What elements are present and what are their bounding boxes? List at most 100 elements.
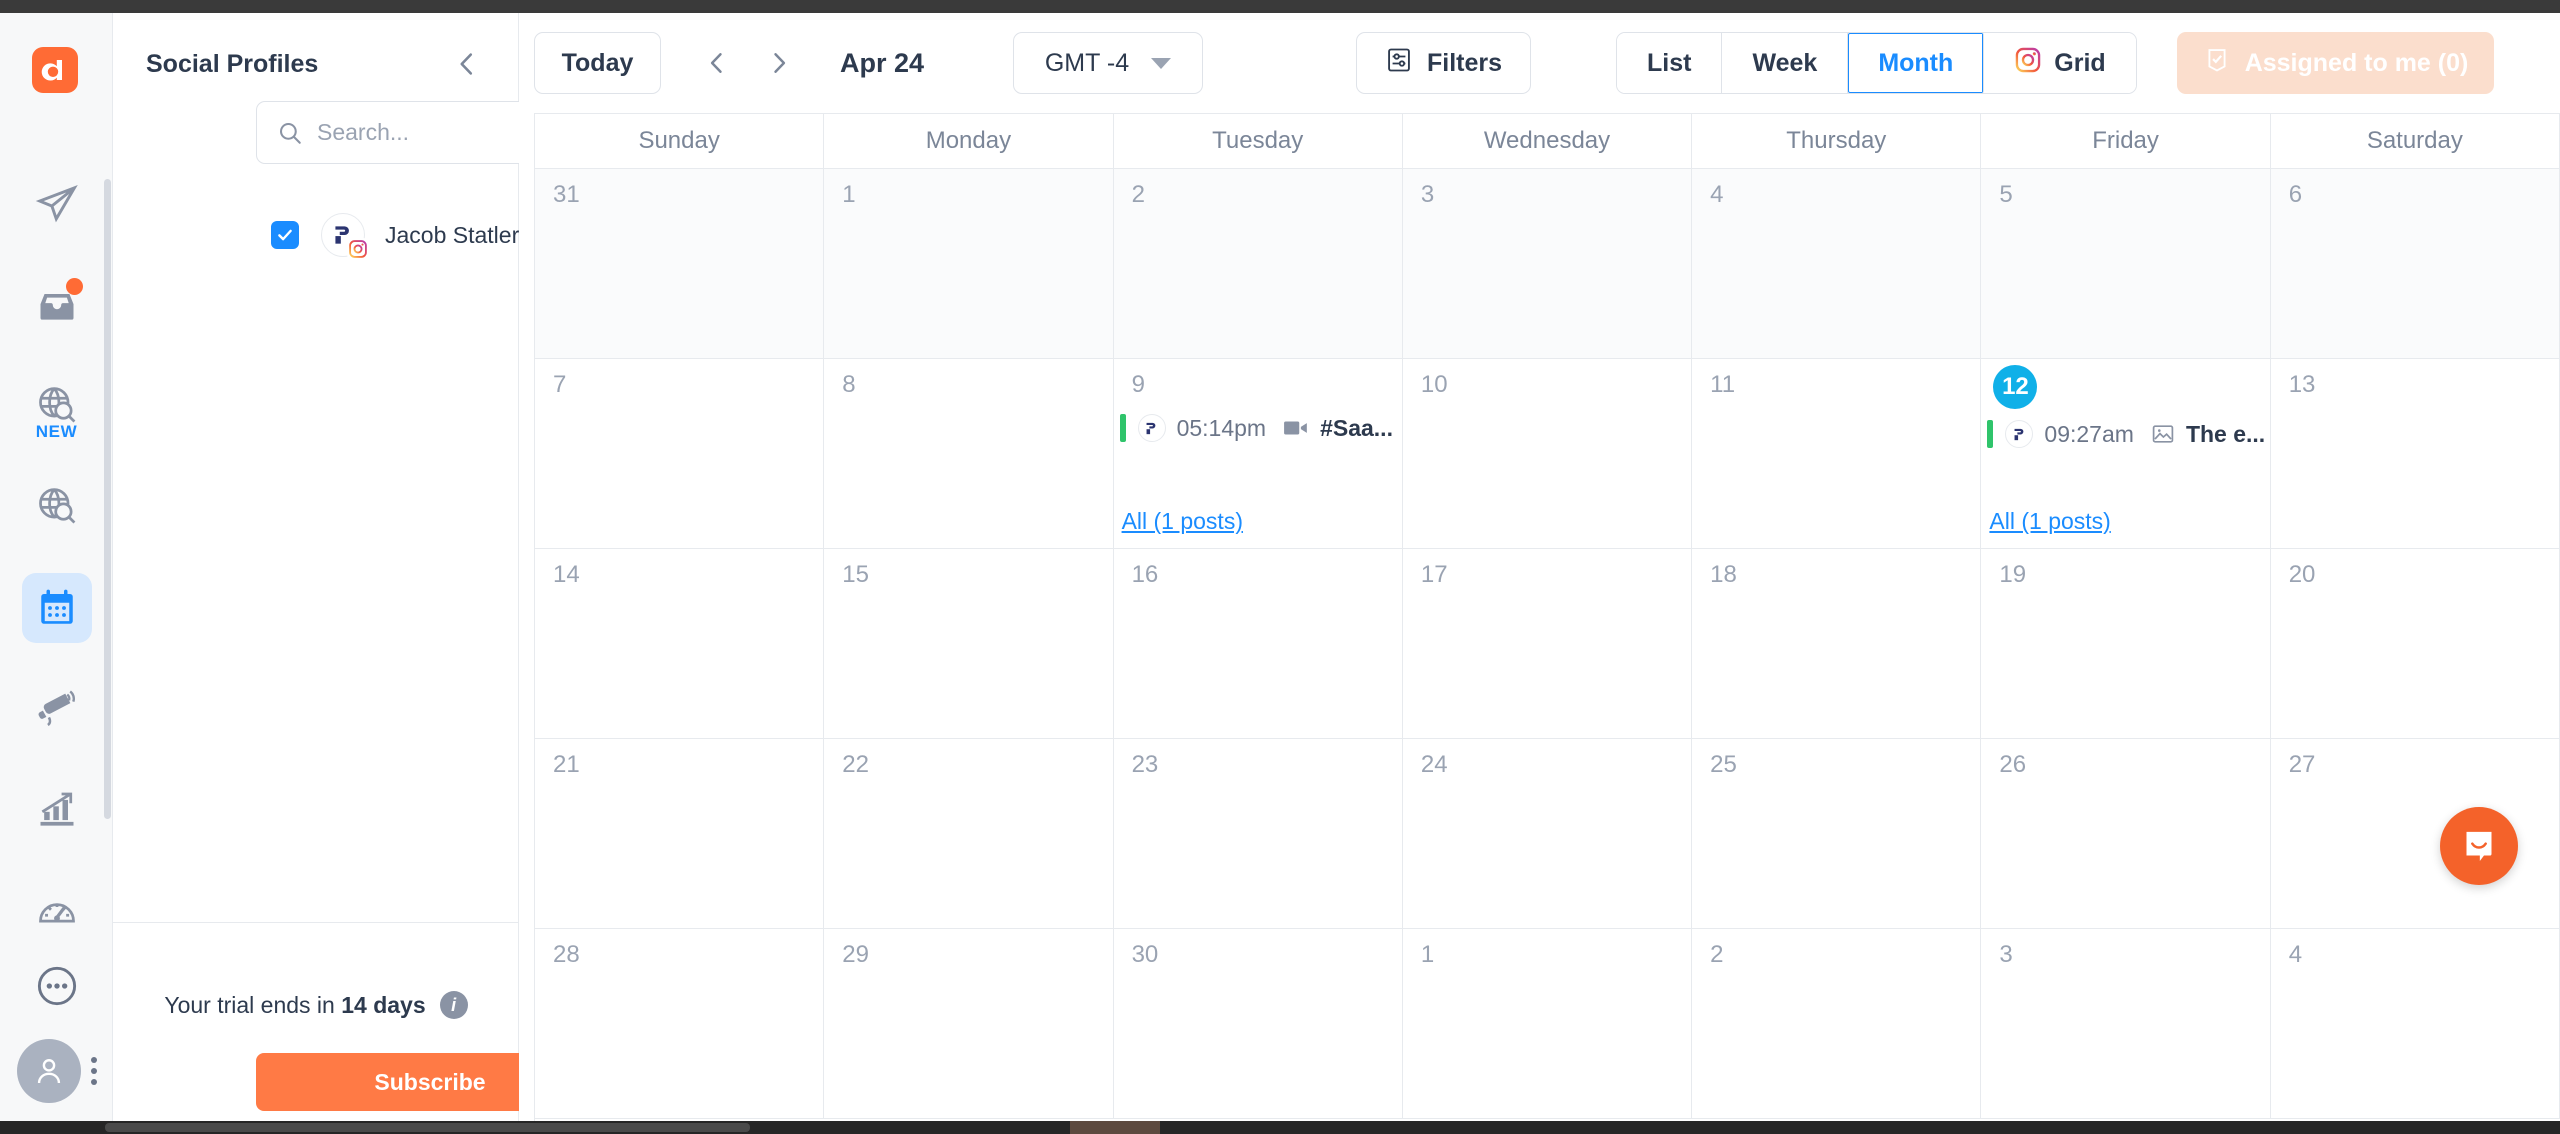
kebab-menu-icon[interactable] [90,1057,97,1085]
weekday-wednesday: Wednesday [1403,114,1693,168]
calendar-day-cell[interactable]: 1 [824,169,1114,358]
calendar-day-cell[interactable]: 11 [1692,359,1982,548]
list-item[interactable]: Jacob Statler [271,213,519,260]
calendar-day-cell[interactable]: 17 [1402,549,1693,738]
rail-item-inbox[interactable] [0,254,113,355]
collapse-sidebar-button[interactable] [448,45,486,83]
calendar-day-cell[interactable]: 26 [1981,739,2271,928]
calendar-day-cell[interactable]: 31 [535,169,825,358]
calendar-day-cell[interactable]: 18 [1692,549,1982,738]
calendar-day-cell[interactable]: 2 [1113,169,1403,358]
calendar-day-cell[interactable]: 8 [824,359,1114,548]
megaphone-icon [38,689,75,726]
next-period-button[interactable] [748,32,810,94]
profile-avatar [321,213,369,260]
all-posts-link[interactable]: All (1 posts) [1122,508,1243,535]
window-titlebar [0,0,2560,13]
day-number: 1 [842,181,856,208]
statler-logo-icon [1146,422,1156,434]
today-date-badge: 12 [1993,365,2038,409]
calendar-day-cell[interactable]: 16 [1113,549,1403,738]
event-title: #Saa... [1320,414,1393,441]
rail-new-tag: NEW [35,422,78,441]
calendar-day-cell[interactable]: 19 [1981,549,2271,738]
assigned-to-me-button[interactable]: Assigned to me (0) [2176,32,2495,94]
all-posts-link[interactable]: All (1 posts) [1989,508,2110,535]
user-avatar-icon [37,1059,60,1084]
app-logo[interactable] [26,41,84,99]
trial-text: Your trial ends in 14 days [164,992,425,1019]
calendar-week-row: 31 1 2 3 4 5 6 [535,169,2560,359]
avatar[interactable] [16,1039,81,1103]
tab-week[interactable]: Week [1722,33,1849,93]
info-icon[interactable]: i [439,991,468,1019]
timezone-selector[interactable]: GMT -4 [1013,32,1203,94]
calendar-day-cell[interactable]: 4 [2270,929,2560,1118]
profile-checkbox[interactable] [271,221,299,249]
rail-item-monitoring[interactable] [0,456,113,557]
rail-item-more[interactable] [0,963,113,1009]
scrollbar-thumb[interactable] [105,1123,750,1132]
calendar-day-cell[interactable]: 15 [824,549,1114,738]
filters-label: Filters [1426,48,1503,77]
calendar-day-cell[interactable]: 2 [1692,929,1982,1118]
calendar-day-cell[interactable]: 27 [2270,739,2560,928]
calendar-day-cell[interactable]: 28 [535,929,825,1118]
calendar-day-cell[interactable]: 29 [824,929,1114,1118]
calendar-day-cell[interactable]: 7 [535,359,825,548]
calendar-week-row: 28 29 30 1 2 3 4 [535,929,2560,1119]
calendar-day-cell[interactable]: 13 [2270,359,2560,548]
calendar-day-cell[interactable]: 14 [535,549,825,738]
day-number: 10 [1420,371,1448,398]
horizontal-scrollbar[interactable] [0,1121,2560,1134]
calendar-day-cell[interactable]: 23 [1113,739,1403,928]
calendar-day-cell[interactable]: 20 [2270,549,2560,738]
video-icon [1284,421,1307,435]
calendar-day-cell[interactable]: 3 [1981,929,2271,1118]
rail-item-analytics[interactable] [0,759,113,860]
calendar-day-cell[interactable]: 30 [1113,929,1403,1118]
calendar-day-cell[interactable]: 5 [1981,169,2271,358]
tab-month[interactable]: Month [1848,33,1985,93]
calendar-day-cell[interactable]: 12 09:27am The e... All (1 posts) [1981,359,2304,548]
day-number: 15 [842,561,869,588]
calendar-icon [40,589,73,624]
calendar-day-cell[interactable]: 21 [535,739,825,928]
view-switcher: List Week Month Grid [1616,32,2137,94]
weekday-saturday: Saturday [2271,114,2560,168]
tab-grid[interactable]: Grid [1984,33,2136,93]
calendar-day-cell[interactable]: 4 [1692,169,1982,358]
weekday-tuesday: Tuesday [1114,114,1403,168]
calendar-day-cell[interactable]: 10 [1402,359,1693,548]
rail-item-publish[interactable] [0,153,113,254]
calendar-day-cell[interactable]: 24 [1402,739,1693,928]
chevron-left-icon [710,53,722,73]
calendar-week-row: 789 05:14pm #Saa... All (1 posts) 10 11 12 … [535,359,2560,549]
rail-item-campaigns[interactable] [0,658,113,759]
calendar-event[interactable]: 09:27am The e... [1987,419,2304,449]
weekday-sunday: Sunday [535,114,825,168]
rail-item-discovery[interactable]: NEW [0,355,113,456]
chevron-right-icon [774,53,786,73]
calendar-day-cell[interactable]: 9 05:14pm #Saa... All (1 posts) [1113,359,1432,548]
intercom-chat-button[interactable] [2440,807,2518,885]
filters-button[interactable]: Filters [1356,32,1531,94]
today-button[interactable]: Today [534,32,661,94]
calendar-day-cell[interactable]: 6 [2270,169,2560,358]
rail-scrollbar[interactable] [104,179,111,819]
primary-nav-rail: NEW [0,13,113,1121]
rail-item-reports[interactable] [0,860,113,961]
calendar-day-cell[interactable]: 1 [1402,929,1693,1118]
day-number: 20 [2288,561,2316,588]
calendar-day-cell[interactable]: 25 [1692,739,1982,928]
calendar-day-cell[interactable]: 22 [824,739,1114,928]
prev-period-button[interactable] [686,32,748,94]
image-icon [2152,425,2174,443]
app-shell: NEW Social Profiles Search... Jacob Stat… [0,13,2560,1121]
rail-item-calendar[interactable] [0,557,113,658]
paper-plane-icon [35,184,78,222]
tab-list[interactable]: List [1617,33,1723,93]
calendar-day-cell[interactable]: 3 [1402,169,1693,358]
day-number: 9 [1131,371,1145,398]
calendar-event[interactable]: 05:14pm #Saa... [1119,413,1432,443]
